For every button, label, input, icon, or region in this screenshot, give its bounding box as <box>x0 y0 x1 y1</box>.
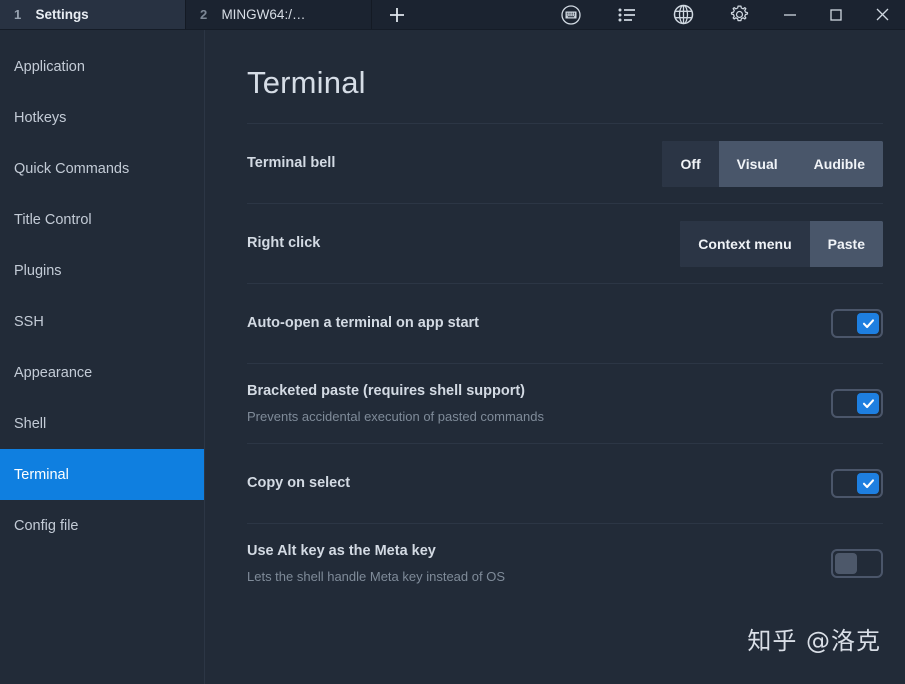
segment-option-audible[interactable]: Audible <box>795 140 883 187</box>
tab-settings[interactable]: 1 Settings <box>0 0 186 29</box>
globe-icon-button[interactable] <box>655 0 711 29</box>
maximize-button[interactable] <box>813 0 859 29</box>
toggle-knob <box>857 313 879 334</box>
setting-text: Use Alt key as the Meta key Lets the shel… <box>247 542 525 585</box>
segment-option-paste[interactable]: Paste <box>809 220 883 267</box>
segmented-control: Off Visual Audible <box>662 140 883 187</box>
check-icon <box>862 319 874 329</box>
window-body: Application Hotkeys Quick Commands Title Co… <box>0 30 905 684</box>
settings-content: Terminal Terminal bell Off Visual Audible Ri… <box>205 30 905 684</box>
watermark: 知乎 @洛克 <box>747 627 881 655</box>
sidebar-item-label: Config file <box>14 517 79 534</box>
sidebar-item-label: Application <box>14 58 85 75</box>
toolbar-icons <box>543 0 767 29</box>
toggle-switch[interactable] <box>831 549 883 578</box>
setting-control <box>831 389 883 418</box>
segment-option-visual[interactable]: Visual <box>718 140 796 187</box>
title-bar: 1 Settings 2 MINGW64:/… <box>0 0 905 30</box>
sidebar-item-label: Terminal <box>14 466 69 483</box>
keyboard-icon-button[interactable] <box>543 0 599 29</box>
setting-text: Auto-open a terminal on app start <box>247 314 499 334</box>
setting-label: Terminal bell <box>247 154 336 171</box>
app-window: 1 Settings 2 MINGW64:/… Application Hotk… <box>0 0 905 684</box>
toggle-knob <box>857 393 879 414</box>
plus-icon <box>390 7 404 22</box>
sidebar-item-ssh[interactable]: SSH <box>0 296 204 347</box>
page-title: Terminal <box>247 65 366 100</box>
toggle-switch[interactable] <box>831 469 883 498</box>
setting-row: Bracketed paste (requires shell support)… <box>247 363 883 443</box>
sidebar-item-label: Title Control <box>14 211 92 228</box>
toggle-knob <box>857 473 879 494</box>
sidebar-item-label: Shell <box>14 415 47 432</box>
setting-text: Copy on select <box>247 474 370 494</box>
close-button[interactable] <box>859 0 905 29</box>
sidebar-item-label: SSH <box>14 313 44 330</box>
keyboard-icon <box>561 4 581 25</box>
sidebar-item-label: Appearance <box>14 364 93 381</box>
segment-option-context-menu[interactable]: Context menu <box>680 220 810 267</box>
check-icon <box>862 479 874 489</box>
setting-text: Bracketed paste (requires shell support)… <box>247 382 564 425</box>
sidebar-item-label: Hotkeys <box>14 109 67 126</box>
tab-strip: 1 Settings 2 MINGW64:/… <box>0 0 372 29</box>
new-tab-button[interactable] <box>372 0 422 29</box>
setting-control <box>831 469 883 498</box>
sidebar-item-label: Plugins <box>14 262 62 279</box>
setting-text: Terminal bell <box>247 154 355 174</box>
gear-icon <box>730 5 748 22</box>
setting-label: Use Alt key as the Meta key <box>247 542 436 559</box>
list-icon <box>618 8 635 21</box>
sidebar-item-config-file[interactable]: Config file <box>0 500 204 551</box>
tab-index: 2 <box>200 7 208 22</box>
tab-index: 1 <box>14 7 22 22</box>
setting-row: Use Alt key as the Meta key Lets the shel… <box>247 523 883 603</box>
setting-label: Copy on select <box>247 474 351 491</box>
toggle-knob <box>835 553 857 574</box>
minimize-button[interactable] <box>767 0 813 29</box>
minimize-icon <box>784 13 796 16</box>
window-controls <box>767 0 905 29</box>
setting-row: Copy on select <box>247 443 883 523</box>
setting-description: Lets the shell handle Meta key instead o… <box>247 568 505 584</box>
titlebar-spacer <box>422 0 543 29</box>
setting-control <box>831 549 883 578</box>
setting-row: Terminal bell Off Visual Audible <box>247 123 883 203</box>
tab-mingw64[interactable]: 2 MINGW64:/… <box>186 0 372 29</box>
check-icon <box>862 399 874 409</box>
settings-rows: Terminal bell Off Visual Audible Right click… <box>247 123 883 603</box>
toggle-switch[interactable] <box>831 389 883 418</box>
segment-option-off[interactable]: Off <box>662 140 719 187</box>
sidebar-item-hotkeys[interactable]: Hotkeys <box>0 92 204 143</box>
sidebar-item-appearance[interactable]: Appearance <box>0 347 204 398</box>
sidebar-item-quick-commands[interactable]: Quick Commands <box>0 143 204 194</box>
settings-sidebar: Application Hotkeys Quick Commands Title Co… <box>0 30 205 684</box>
tab-title: Settings <box>35 7 89 22</box>
segmented-control: Context menu Paste <box>680 220 883 267</box>
close-icon <box>876 8 888 21</box>
globe-icon <box>673 4 693 25</box>
setting-text: Right click <box>247 234 340 254</box>
gear-icon-button[interactable] <box>711 0 767 29</box>
sidebar-item-shell[interactable]: Shell <box>0 398 204 449</box>
sidebar-item-application[interactable]: Application <box>0 41 204 92</box>
setting-control <box>831 309 883 338</box>
setting-label: Right click <box>247 234 321 251</box>
setting-control: Context menu Paste <box>680 220 883 267</box>
sidebar-item-terminal[interactable]: Terminal <box>0 449 204 500</box>
tab-title: MINGW64:/… <box>221 7 306 22</box>
setting-row: Auto-open a terminal on app start <box>247 283 883 363</box>
sidebar-item-plugins[interactable]: Plugins <box>0 245 204 296</box>
setting-row: Right click Context menu Paste <box>247 203 883 283</box>
sidebar-item-title-control[interactable]: Title Control <box>0 194 204 245</box>
sidebar-item-label: Quick Commands <box>14 160 130 177</box>
setting-label: Auto-open a terminal on app start <box>247 314 480 331</box>
setting-label: Bracketed paste (requires shell support) <box>247 382 525 399</box>
setting-control: Off Visual Audible <box>662 140 883 187</box>
maximize-icon <box>830 8 842 21</box>
list-icon-button[interactable] <box>599 0 655 29</box>
setting-description: Prevents accidental execution of pasted … <box>247 408 545 424</box>
toggle-switch[interactable] <box>831 309 883 338</box>
